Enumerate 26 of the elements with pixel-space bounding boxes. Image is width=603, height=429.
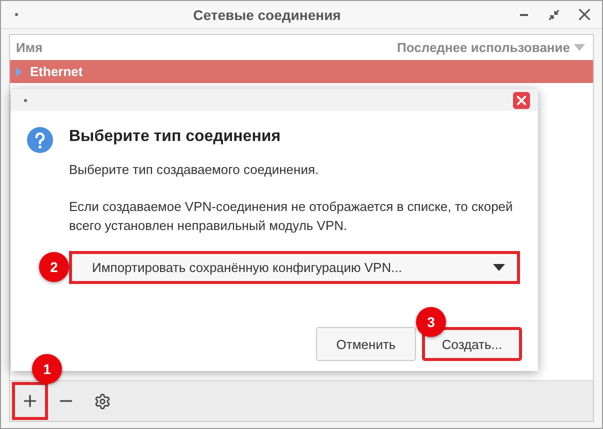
question-icon xyxy=(27,127,53,153)
dialog-description: Выберите тип создаваемого соединения. xyxy=(69,161,320,179)
restore-icon xyxy=(549,10,559,20)
window-menu-icon[interactable] xyxy=(24,98,27,102)
create-button[interactable]: Создать... xyxy=(422,327,522,361)
window-title: Сетевые соединения xyxy=(192,6,342,22)
caret-icon xyxy=(493,264,505,271)
minus-icon xyxy=(60,400,72,402)
dialog-note: Если создаваемое VPN-соединения не отображается в списке, то скорей всего установлен неправильный модуль VPN. xyxy=(69,198,514,235)
step-badge: 3 xyxy=(416,307,446,337)
close-button[interactable] xyxy=(513,92,530,108)
close-icon xyxy=(578,9,590,20)
close-icon xyxy=(517,96,526,104)
add-button[interactable] xyxy=(12,382,48,420)
plus-icon xyxy=(24,395,36,407)
dialog-heading: Выберите тип соединения xyxy=(69,128,282,146)
connection-name: Ethernet xyxy=(30,64,83,79)
cancel-button[interactable]: Отменить xyxy=(316,327,416,361)
column-header[interactable]: Имя xyxy=(16,40,43,55)
window-menu-icon[interactable] xyxy=(15,13,18,16)
column-header[interactable]: Последнее использование xyxy=(397,40,570,55)
step-badge: 2 xyxy=(39,252,69,282)
connection-type-dropdown[interactable]: Импортировать сохранённую конфигурацию VPN... xyxy=(69,251,520,284)
close-button[interactable] xyxy=(576,6,592,22)
gear-icon xyxy=(94,392,110,410)
sort-icon xyxy=(574,44,585,51)
